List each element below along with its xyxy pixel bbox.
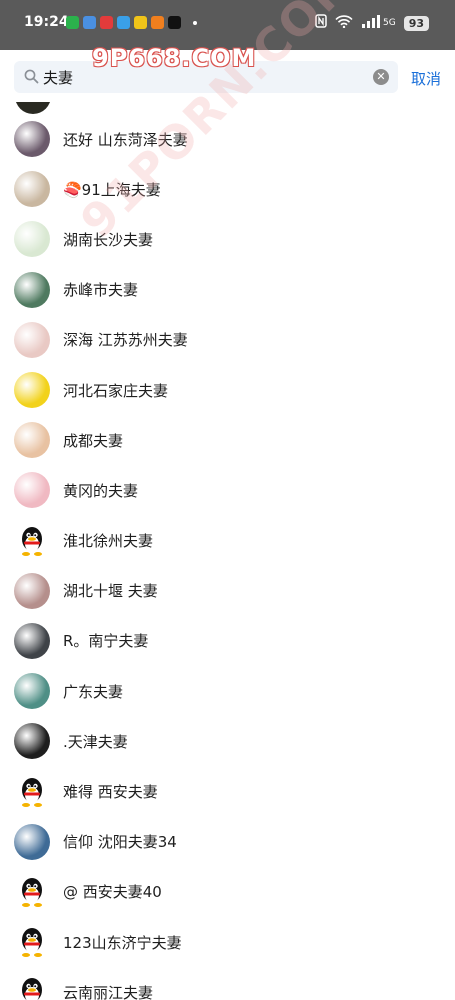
contact-name: 云南丽江夫妻 [63, 983, 154, 1000]
list-item[interactable]: @ 西安夫妻40 [0, 867, 455, 917]
list-item[interactable]: 淮北徐州夫妻 [0, 516, 455, 566]
list-item[interactable]: 难得 西安夫妻 [0, 766, 455, 816]
list-item[interactable]: 湖北十堰 夫妻 [0, 566, 455, 616]
notification-icons [66, 16, 197, 29]
avatar [14, 372, 50, 409]
nfc-icon [315, 14, 327, 32]
avatar [14, 422, 50, 459]
blue-app-icon [83, 16, 96, 29]
list-item[interactable]: 湖南长沙夫妻 [0, 214, 455, 264]
list-item[interactable]: 云南丽江夫妻 [0, 967, 455, 1000]
contact-name: 123山东济宁夫妻 [63, 933, 182, 952]
list-item[interactable]: R。南宁夫妻 [0, 616, 455, 666]
qq-default-avatar-icon [14, 974, 50, 1000]
avatar [14, 723, 50, 760]
orange-app-icon [151, 16, 164, 29]
list-item[interactable]: 河北石家庄夫妻 [0, 365, 455, 415]
contact-name: 赤峰市夫妻 [63, 281, 139, 300]
battery-indicator: 93 [403, 15, 429, 31]
contact-name: @ 西安夫妻40 [63, 883, 162, 902]
contact-name: 还好 山东菏泽夫妻 [63, 130, 188, 149]
list-item[interactable]: 还好 山东菏泽夫妻 [0, 114, 455, 164]
contact-name: 深海 江苏苏州夫妻 [63, 331, 188, 350]
signal-label: 5G [382, 18, 396, 28]
system-icons: 5G 93 [315, 14, 429, 32]
tiktok-icon [168, 16, 181, 29]
qq-icon [117, 16, 130, 29]
yellow-app-icon [134, 16, 147, 29]
avatar [14, 171, 50, 208]
qq-default-avatar-icon [14, 773, 50, 810]
contact-name: 难得 西安夫妻 [63, 783, 158, 802]
avatar [14, 472, 50, 509]
red-app-icon [100, 16, 113, 29]
search-results-list: 还好 山东菏泽夫妻 🍣91上海夫妻 湖南长沙夫妻 赤峰市夫妻深海 江苏苏州夫妻 河北石家… [0, 102, 455, 1000]
avatar [14, 673, 50, 710]
list-item[interactable]: 赤峰市夫妻 [0, 265, 455, 315]
wechat-icon [66, 16, 79, 29]
search-box[interactable]: ✕ [14, 61, 398, 93]
contact-name: 河北石家庄夫妻 [63, 381, 169, 400]
search-input[interactable] [43, 66, 363, 88]
partial-list-item[interactable] [0, 102, 455, 114]
avatar [14, 572, 50, 609]
avatar [14, 823, 50, 860]
contact-name: 成都夫妻 [63, 431, 124, 450]
list-item[interactable]: 广东夫妻 [0, 666, 455, 716]
contact-name: 湖南长沙夫妻 [63, 230, 154, 249]
cancel-button[interactable]: 取消 [411, 68, 441, 89]
more-notifications-dot [193, 20, 197, 25]
contact-name: 黄冈的夫妻 [63, 481, 139, 500]
avatar [14, 622, 50, 659]
contact-name: R。南宁夫妻 [63, 632, 149, 651]
qq-default-avatar-icon [14, 924, 50, 961]
search-bar: ✕ 取消 [0, 50, 455, 102]
signal-icon [361, 14, 381, 32]
list-item[interactable]: 深海 江苏苏州夫妻 [0, 315, 455, 365]
contact-name: 湖北十堰 夫妻 [63, 582, 158, 601]
list-item[interactable]: 成都夫妻 [0, 415, 455, 465]
contact-name: 信仰 沈阳夫妻34 [63, 833, 177, 852]
qq-default-avatar-icon [14, 522, 50, 559]
avatar [15, 102, 51, 114]
contact-name: .天津夫妻 [63, 732, 128, 751]
wifi-icon [335, 14, 353, 32]
list-item[interactable]: 信仰 沈阳夫妻34 [0, 817, 455, 867]
list-item[interactable]: 123山东济宁夫妻 [0, 917, 455, 967]
status-time: 19:24 [24, 14, 69, 30]
status-bar: 19:24 5G 93 [0, 0, 455, 50]
avatar [14, 221, 50, 258]
contact-name: 🍣91上海夫妻 [63, 180, 161, 199]
qq-default-avatar-icon [14, 873, 50, 910]
avatar [14, 121, 50, 158]
contact-name: 淮北徐州夫妻 [63, 532, 154, 551]
list-item[interactable]: 黄冈的夫妻 [0, 465, 455, 515]
contact-name: 广东夫妻 [63, 682, 124, 701]
list-item[interactable]: 🍣91上海夫妻 [0, 164, 455, 214]
list-item[interactable]: .天津夫妻 [0, 716, 455, 766]
search-icon [24, 69, 39, 88]
avatar [14, 271, 50, 308]
avatar [14, 321, 50, 358]
clear-icon[interactable]: ✕ [373, 69, 389, 85]
